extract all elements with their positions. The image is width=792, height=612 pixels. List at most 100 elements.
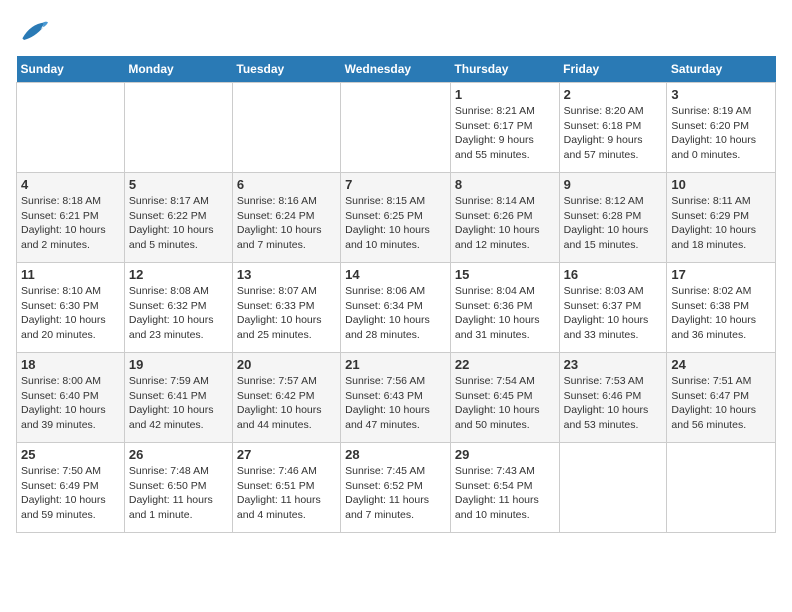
day-number: 18 xyxy=(21,357,120,372)
weekday-sunday: Sunday xyxy=(17,56,125,83)
day-number: 10 xyxy=(671,177,771,192)
day-info: Sunrise: 7:56 AMSunset: 6:43 PMDaylight:… xyxy=(345,374,446,433)
calendar-body: 1Sunrise: 8:21 AMSunset: 6:17 PMDaylight… xyxy=(17,83,776,533)
calendar-cell xyxy=(341,83,451,173)
calendar-cell: 15Sunrise: 8:04 AMSunset: 6:36 PMDayligh… xyxy=(450,263,559,353)
week-row-5: 25 Sunrise: 7:50 AMSunset: 6:49 PMDayligh… xyxy=(17,443,776,533)
day-info: Sunrise: 7:50 AMSunset: 6:49 PMDaylight:… xyxy=(21,464,120,523)
weekday-friday: Friday xyxy=(559,56,667,83)
calendar-cell: 21 Sunrise: 7:56 AMSunset: 6:43 PMDayligh… xyxy=(341,353,451,443)
day-number: 26 xyxy=(129,447,228,462)
calendar-cell xyxy=(559,443,667,533)
day-number: 4 xyxy=(21,177,120,192)
day-info: Sunrise: 8:12 AMSunset: 6:28 PMDaylight:… xyxy=(564,194,663,253)
calendar-cell xyxy=(17,83,125,173)
day-info: Sunrise: 8:17 AMSunset: 6:22 PMDaylight:… xyxy=(129,194,228,253)
day-info: Sunrise: 7:45 AMSunset: 6:52 PMDaylight:… xyxy=(345,464,446,523)
weekday-saturday: Saturday xyxy=(667,56,776,83)
day-info: Sunrise: 8:16 AMSunset: 6:24 PMDaylight:… xyxy=(237,194,336,253)
calendar-cell: 6 Sunrise: 8:16 AMSunset: 6:24 PMDaylight… xyxy=(232,173,340,263)
calendar-cell: 7 Sunrise: 8:15 AMSunset: 6:25 PMDaylight… xyxy=(341,173,451,263)
day-info: Sunrise: 8:20 AMSunset: 6:18 PMDaylight:… xyxy=(564,104,663,163)
day-number: 27 xyxy=(237,447,336,462)
calendar-cell: 10 Sunrise: 8:11 AMSunset: 6:29 PMDayligh… xyxy=(667,173,776,263)
logo xyxy=(16,16,52,48)
calendar-cell: 2 Sunrise: 8:20 AMSunset: 6:18 PMDaylight… xyxy=(559,83,667,173)
day-info: Sunrise: 8:18 AMSunset: 6:21 PMDaylight:… xyxy=(21,194,120,253)
day-info: Sunrise: 7:54 AMSunset: 6:45 PMDaylight:… xyxy=(455,374,555,433)
day-info: Sunrise: 7:59 AMSunset: 6:41 PMDaylight:… xyxy=(129,374,228,433)
day-number: 17 xyxy=(671,267,771,282)
calendar-cell xyxy=(667,443,776,533)
day-info: Sunrise: 8:03 AMSunset: 6:37 PMDaylight:… xyxy=(564,284,663,343)
calendar-cell: 12 Sunrise: 8:08 AMSunset: 6:32 PMDayligh… xyxy=(124,263,232,353)
day-info: Sunrise: 8:10 AMSunset: 6:30 PMDaylight:… xyxy=(21,284,120,343)
calendar-cell: 28 Sunrise: 7:45 AMSunset: 6:52 PMDayligh… xyxy=(341,443,451,533)
weekday-header-row: SundayMondayTuesdayWednesdayThursdayFrid… xyxy=(17,56,776,83)
day-number: 1 xyxy=(455,87,555,102)
day-info: Sunrise: 7:57 AMSunset: 6:42 PMDaylight:… xyxy=(237,374,336,433)
page-header xyxy=(16,16,776,48)
day-info: Sunrise: 8:06 AMSunset: 6:34 PMDaylight:… xyxy=(345,284,446,343)
calendar-header: SundayMondayTuesdayWednesdayThursdayFrid… xyxy=(17,56,776,83)
day-number: 11 xyxy=(21,267,120,282)
calendar-cell: 25 Sunrise: 7:50 AMSunset: 6:49 PMDayligh… xyxy=(17,443,125,533)
day-info: Sunrise: 7:43 AMSunset: 6:54 PMDaylight:… xyxy=(455,464,555,523)
day-number: 5 xyxy=(129,177,228,192)
day-number: 29 xyxy=(455,447,555,462)
day-info: Sunrise: 8:08 AMSunset: 6:32 PMDaylight:… xyxy=(129,284,228,343)
day-number: 21 xyxy=(345,357,446,372)
day-info: Sunrise: 7:53 AMSunset: 6:46 PMDaylight:… xyxy=(564,374,663,433)
day-number: 24 xyxy=(671,357,771,372)
calendar-cell: 22 Sunrise: 7:54 AMSunset: 6:45 PMDayligh… xyxy=(450,353,559,443)
day-number: 16 xyxy=(564,267,663,282)
calendar-cell: 5 Sunrise: 8:17 AMSunset: 6:22 PMDaylight… xyxy=(124,173,232,263)
calendar-cell: 4 Sunrise: 8:18 AMSunset: 6:21 PMDaylight… xyxy=(17,173,125,263)
day-number: 13 xyxy=(237,267,336,282)
day-number: 28 xyxy=(345,447,446,462)
calendar-cell xyxy=(124,83,232,173)
calendar-cell: 17Sunrise: 8:02 AMSunset: 6:38 PMDayligh… xyxy=(667,263,776,353)
day-number: 20 xyxy=(237,357,336,372)
calendar-cell: 24 Sunrise: 7:51 AMSunset: 6:47 PMDayligh… xyxy=(667,353,776,443)
weekday-tuesday: Tuesday xyxy=(232,56,340,83)
day-number: 19 xyxy=(129,357,228,372)
day-info: Sunrise: 7:51 AMSunset: 6:47 PMDaylight:… xyxy=(671,374,771,433)
weekday-wednesday: Wednesday xyxy=(341,56,451,83)
calendar-cell: 11 Sunrise: 8:10 AMSunset: 6:30 PMDayligh… xyxy=(17,263,125,353)
calendar-cell: 13 Sunrise: 8:07 AMSunset: 6:33 PMDayligh… xyxy=(232,263,340,353)
calendar-table: SundayMondayTuesdayWednesdayThursdayFrid… xyxy=(16,56,776,533)
day-number: 8 xyxy=(455,177,555,192)
day-number: 3 xyxy=(671,87,771,102)
calendar-cell: 29 Sunrise: 7:43 AMSunset: 6:54 PMDayligh… xyxy=(450,443,559,533)
day-info: Sunrise: 8:07 AMSunset: 6:33 PMDaylight:… xyxy=(237,284,336,343)
calendar-cell: 8 Sunrise: 8:14 AMSunset: 6:26 PMDaylight… xyxy=(450,173,559,263)
day-number: 25 xyxy=(21,447,120,462)
calendar-cell: 16 Sunrise: 8:03 AMSunset: 6:37 PMDayligh… xyxy=(559,263,667,353)
calendar-cell: 9Sunrise: 8:12 AMSunset: 6:28 PMDaylight… xyxy=(559,173,667,263)
week-row-1: 1Sunrise: 8:21 AMSunset: 6:17 PMDaylight… xyxy=(17,83,776,173)
calendar-cell: 26 Sunrise: 7:48 AMSunset: 6:50 PMDayligh… xyxy=(124,443,232,533)
day-number: 14 xyxy=(345,267,446,282)
calendar-cell: 14 Sunrise: 8:06 AMSunset: 6:34 PMDayligh… xyxy=(341,263,451,353)
day-info: Sunrise: 8:14 AMSunset: 6:26 PMDaylight:… xyxy=(455,194,555,253)
day-number: 6 xyxy=(237,177,336,192)
week-row-2: 4 Sunrise: 8:18 AMSunset: 6:21 PMDaylight… xyxy=(17,173,776,263)
day-number: 12 xyxy=(129,267,228,282)
calendar-cell: 27Sunrise: 7:46 AMSunset: 6:51 PMDayligh… xyxy=(232,443,340,533)
day-number: 7 xyxy=(345,177,446,192)
calendar-cell xyxy=(232,83,340,173)
calendar-cell: 20 Sunrise: 7:57 AMSunset: 6:42 PMDayligh… xyxy=(232,353,340,443)
day-number: 23 xyxy=(564,357,663,372)
day-number: 2 xyxy=(564,87,663,102)
calendar-cell: 1Sunrise: 8:21 AMSunset: 6:17 PMDaylight… xyxy=(450,83,559,173)
weekday-monday: Monday xyxy=(124,56,232,83)
day-info: Sunrise: 8:15 AMSunset: 6:25 PMDaylight:… xyxy=(345,194,446,253)
logo-icon xyxy=(16,16,48,48)
calendar-cell: 3Sunrise: 8:19 AMSunset: 6:20 PMDaylight… xyxy=(667,83,776,173)
day-number: 22 xyxy=(455,357,555,372)
calendar-cell: 18Sunrise: 8:00 AMSunset: 6:40 PMDayligh… xyxy=(17,353,125,443)
day-info: Sunrise: 7:48 AMSunset: 6:50 PMDaylight:… xyxy=(129,464,228,523)
day-info: Sunrise: 8:11 AMSunset: 6:29 PMDaylight:… xyxy=(671,194,771,253)
day-info: Sunrise: 8:04 AMSunset: 6:36 PMDaylight:… xyxy=(455,284,555,343)
